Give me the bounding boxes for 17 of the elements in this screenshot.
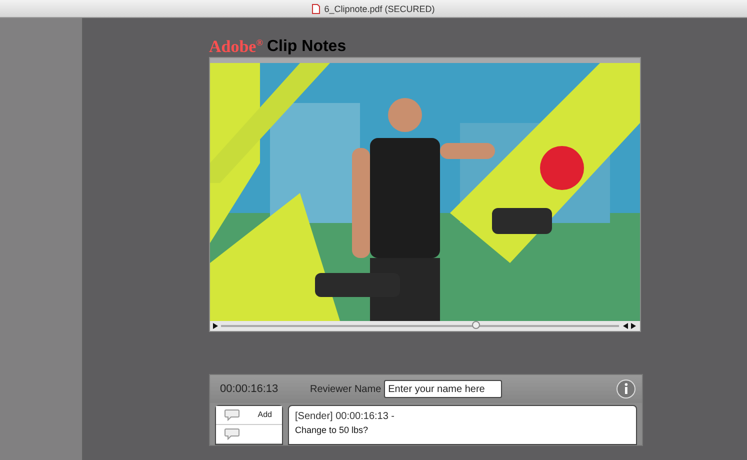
add-button[interactable]: Add bbox=[216, 406, 282, 425]
speech-bubble-icon bbox=[224, 408, 240, 421]
product-title: Clip Notes bbox=[266, 39, 346, 55]
speech-bubble-icon bbox=[224, 428, 240, 440]
info-icon[interactable] bbox=[616, 379, 636, 399]
window-title: 6_Clipnote.pdf (SECURED) bbox=[324, 4, 435, 14]
pdf-file-icon bbox=[312, 4, 320, 14]
timecode: 00:00:16:13 bbox=[220, 383, 280, 395]
rewind-icon[interactable] bbox=[622, 323, 628, 329]
forward-icon[interactable] bbox=[631, 323, 637, 329]
play-icon[interactable] bbox=[213, 323, 218, 329]
reviewer-label: Reviewer Name bbox=[310, 384, 382, 394]
comment-heading: [Sender] 00:00:16:13 - bbox=[295, 411, 396, 422]
comment-text: Change to 50 lbs? bbox=[295, 425, 370, 435]
brand-logo: Adobe$^{®}$ bbox=[209, 38, 263, 55]
seek-handle[interactable] bbox=[472, 321, 480, 329]
reviewer-name-field[interactable]: Enter your name here bbox=[384, 380, 502, 398]
